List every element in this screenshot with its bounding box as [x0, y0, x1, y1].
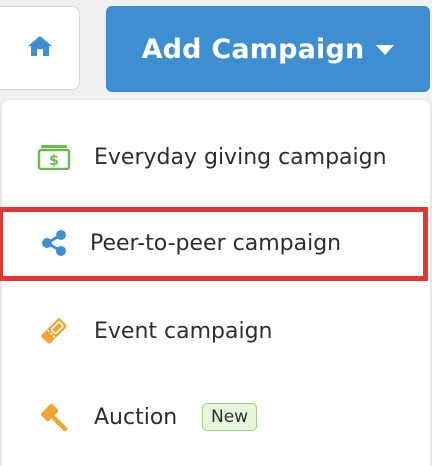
menu-item-label: Peer-to-peer campaign	[90, 230, 342, 256]
home-button[interactable]	[0, 6, 80, 90]
menu-item-label: Auction	[94, 404, 178, 430]
menu-item-event-campaign[interactable]: Event campaign	[2, 288, 430, 374]
money-icon: $	[36, 139, 72, 175]
menu-item-everyday-giving[interactable]: $ Everyday giving campaign	[2, 114, 430, 200]
svg-text:$: $	[49, 153, 59, 169]
home-icon	[27, 34, 53, 62]
add-campaign-label: Add Campaign	[141, 33, 365, 65]
menu-item-peer-to-peer[interactable]: Peer-to-peer campaign	[2, 200, 430, 286]
menu-item-label: Everyday giving campaign	[94, 144, 387, 170]
campaign-toolbar-area: Add Campaign $ Everyday giving campaign	[0, 0, 432, 466]
menu-item-auction[interactable]: Auction New	[2, 374, 430, 460]
gavel-icon	[36, 399, 72, 435]
ticket-icon	[36, 313, 72, 349]
add-campaign-dropdown-menu: $ Everyday giving campaign Peer-to-peer …	[2, 100, 430, 466]
add-campaign-button[interactable]: Add Campaign	[106, 6, 430, 92]
chevron-down-icon	[376, 45, 395, 55]
share-icon	[36, 225, 72, 261]
new-badge: New	[202, 403, 258, 431]
menu-item-label: Event campaign	[94, 318, 273, 344]
